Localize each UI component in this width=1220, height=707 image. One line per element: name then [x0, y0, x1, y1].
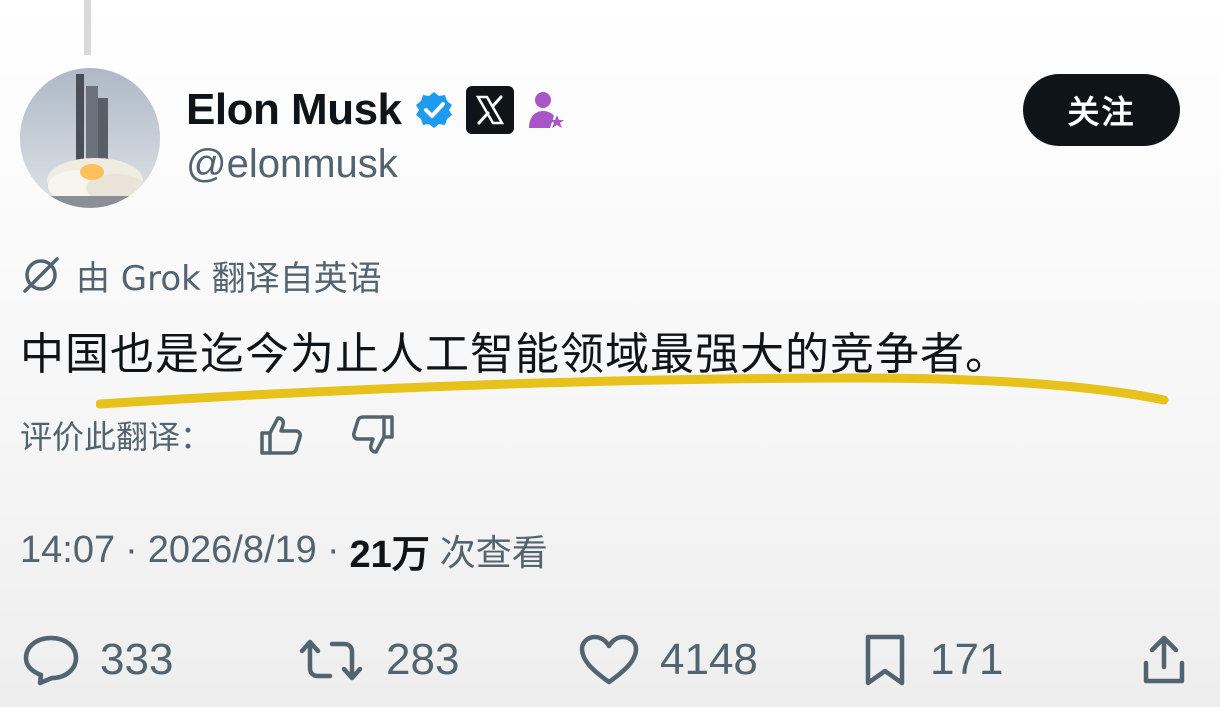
rate-translation-label: 评价此翻译：: [20, 418, 213, 456]
tweet-time[interactable]: 14:07: [20, 529, 115, 572]
rate-translation-row: 评价此翻译：: [20, 410, 442, 460]
views-count: 21万: [349, 533, 430, 576]
thread-line: [84, 0, 91, 55]
author-name[interactable]: Elon Musk: [186, 85, 402, 135]
repost-count: 283: [386, 635, 460, 684]
share-button[interactable]: [1140, 625, 1188, 695]
grok-icon: [20, 254, 62, 296]
translation-label: 由 Grok 翻译自英语: [76, 258, 382, 299]
thumbs-up-icon[interactable]: [258, 413, 304, 457]
repost-button[interactable]: 283: [296, 625, 459, 695]
like-count: 4148: [660, 635, 758, 684]
bookmark-count: 171: [930, 635, 1004, 684]
highlight-underline: [96, 373, 1169, 409]
avatar[interactable]: [20, 68, 160, 208]
grok-translation-notice: 由 Grok 翻译自英语: [20, 250, 382, 300]
heart-icon: [579, 634, 639, 685]
verified-badge-icon[interactable]: [414, 90, 454, 130]
reply-button[interactable]: 333: [22, 625, 173, 695]
author-name-row: Elon Musk: [186, 80, 566, 140]
reply-count: 333: [100, 635, 174, 684]
tweet-meta: 14:07 · 2026/8/19 · 21万 次查看: [20, 522, 548, 578]
bookmark-icon: [865, 634, 905, 686]
rocket-launch-image: [20, 68, 160, 208]
repost-icon: [299, 639, 363, 681]
thumbs-down-icon[interactable]: [350, 413, 396, 457]
meta-separator: ·: [125, 528, 138, 571]
views-label: 次查看: [439, 533, 548, 574]
bookmark-button[interactable]: 171: [860, 625, 1003, 695]
subscriber-badge-icon[interactable]: [526, 88, 566, 132]
like-button[interactable]: 4148: [578, 625, 758, 695]
meta-separator: ·: [326, 528, 340, 571]
x-logo-icon[interactable]: [465, 86, 514, 134]
tweet-date[interactable]: 2026/8/19: [148, 529, 317, 572]
reply-icon: [23, 635, 79, 686]
follow-button[interactable]: 关注: [1023, 74, 1180, 146]
action-bar: 333 283 4148 171: [0, 625, 1220, 695]
author-handle[interactable]: @elonmusk: [186, 142, 398, 187]
share-icon: [1143, 635, 1185, 684]
